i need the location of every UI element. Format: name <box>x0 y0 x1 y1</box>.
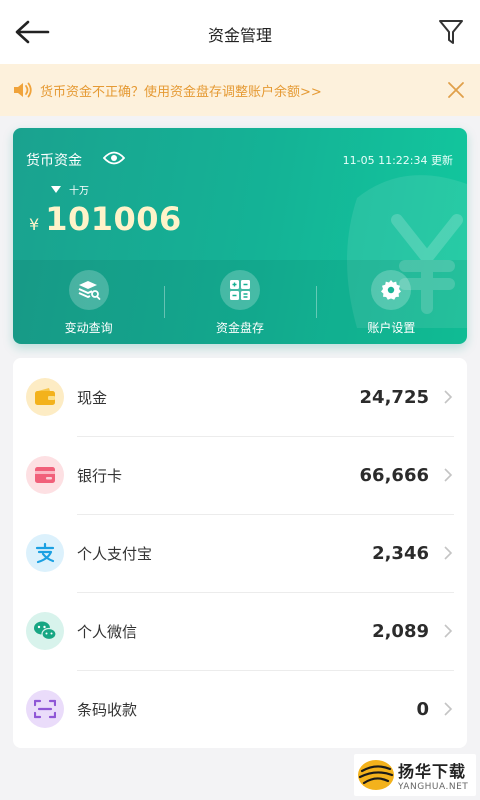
triangle-down-icon <box>51 186 61 193</box>
filter-button[interactable] <box>436 16 466 48</box>
account-label: 现金 <box>77 388 108 407</box>
currency-symbol: ¥ <box>29 215 40 234</box>
account-list: 现金 24,725 银行卡 66,666 个人支付宝 2,346 个人微信 2,… <box>13 358 467 748</box>
chevron-right-icon <box>439 700 457 718</box>
account-value: 66,666 <box>359 464 429 486</box>
page-title: 资金管理 <box>207 26 272 45</box>
notice-banner[interactable]: 货币资金不正确？使用资金盘存调整账户余额>> <box>0 64 480 116</box>
yanghua-logo-icon <box>358 760 394 790</box>
action-fund-inventory[interactable]: 资金盘存 <box>164 260 315 344</box>
account-value: 2,089 <box>372 620 429 642</box>
balance-card: 货币资金 11-05 11:22:34 更新 十万 ¥ 101006 变动查询 … <box>13 128 467 344</box>
calculator-icon <box>219 270 260 310</box>
alipay-icon <box>26 534 64 572</box>
notice-text: 货币资金不正确？使用资金盘存调整账户余额>> <box>40 84 322 100</box>
list-item-cash[interactable]: 现金 24,725 <box>13 358 467 436</box>
card-title: 货币资金 <box>26 153 82 169</box>
balance-value: 101006 <box>45 200 182 238</box>
list-item-alipay[interactable]: 个人支付宝 2,346 <box>13 514 467 592</box>
filter-icon <box>439 20 463 44</box>
account-label: 银行卡 <box>77 466 123 485</box>
gear-icon <box>371 270 412 310</box>
list-item-wechat[interactable]: 个人微信 2,089 <box>13 592 467 670</box>
action-change-query[interactable]: 变动查询 <box>13 260 164 344</box>
account-value: 2,346 <box>372 542 429 564</box>
action-account-settings[interactable]: 账户设置 <box>315 260 467 344</box>
action-label: 变动查询 <box>64 321 113 335</box>
balance-amount: ¥ 101006 <box>29 200 182 238</box>
chevron-right-icon <box>439 544 457 562</box>
account-value: 0 <box>416 698 429 720</box>
account-label: 个人支付宝 <box>77 544 153 563</box>
card-actions: 变动查询 资金盘存 账户设置 <box>13 260 467 344</box>
toggle-visibility-button[interactable] <box>103 148 127 168</box>
chevron-right-icon <box>439 622 457 640</box>
chevron-right-icon <box>439 466 457 484</box>
close-icon <box>448 82 464 98</box>
eye-icon <box>103 151 125 165</box>
action-label: 资金盘存 <box>215 321 264 335</box>
site-watermark: 扬华下载 YANGHUA.NET <box>354 754 476 796</box>
watermark-en: YANGHUA.NET <box>398 782 469 792</box>
unit-label: 十万 <box>69 186 89 197</box>
speaker-icon <box>12 79 34 101</box>
list-item-bank-card[interactable]: 银行卡 66,666 <box>13 436 467 514</box>
stack-search-icon <box>68 270 109 310</box>
chevron-right-icon <box>439 388 457 406</box>
watermark-cn: 扬华下载 <box>398 762 467 781</box>
top-bar: 资金管理 <box>0 0 480 64</box>
action-label: 账户设置 <box>367 321 416 335</box>
account-value: 24,725 <box>359 386 429 408</box>
bank-card-icon <box>26 456 64 494</box>
update-time: 11-05 11:22:34 更新 <box>342 154 453 167</box>
wallet-icon <box>26 378 64 416</box>
wechat-icon <box>26 612 64 650</box>
unit-toggle[interactable]: 十万 <box>51 182 89 197</box>
barcode-scan-icon <box>26 690 64 728</box>
account-label: 条码收款 <box>77 700 138 719</box>
account-label: 个人微信 <box>77 622 138 641</box>
list-item-barcode[interactable]: 条码收款 0 <box>13 670 467 748</box>
notice-close-button[interactable] <box>444 78 468 102</box>
